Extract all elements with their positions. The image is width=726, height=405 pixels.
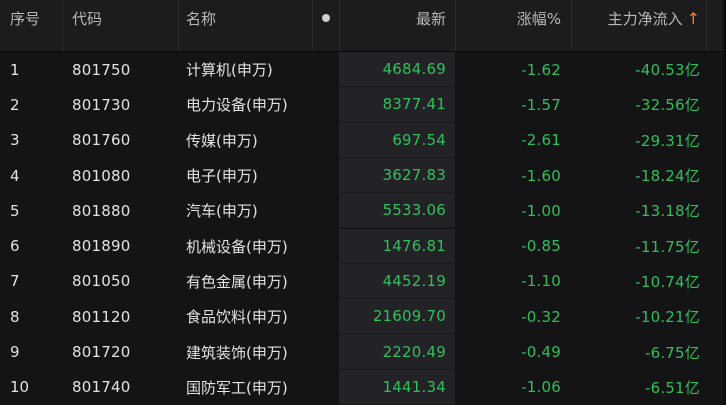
table-row[interactable]: 6 801890 机械设备(申万) 1476.81 -0.85 -11.75亿 [0, 228, 726, 264]
row-main-flow: -32.56亿 [635, 96, 700, 115]
row-latest-price: 4452.19 [339, 263, 455, 300]
row-code: 801750 [72, 60, 131, 79]
row-main-flow: -10.74亿 [635, 272, 700, 291]
row-main-flow: -13.18亿 [635, 202, 700, 221]
row-latest-price: 1476.81 [339, 228, 455, 264]
header-dot-toggle[interactable] [312, 0, 339, 36]
row-main-flow: -10.21亿 [635, 308, 700, 327]
row-change-pct: -2.61 [521, 131, 561, 150]
header-main-flow-label: 主力净流入 [607, 9, 683, 28]
row-latest-price: 697.54 [339, 122, 455, 158]
row-name: 汽车(申万) [186, 202, 258, 221]
sort-ascending-icon: ↑ [686, 8, 700, 28]
row-name: 机械设备(申万) [186, 237, 288, 256]
table-row[interactable]: 7 801050 有色金属(申万) 4452.19 -1.10 -10.74亿 [0, 263, 726, 300]
row-code: 801730 [72, 95, 131, 114]
row-index: 10 [10, 378, 30, 397]
row-code: 801880 [72, 201, 131, 220]
row-change-pct: -0.85 [521, 237, 561, 256]
table-row[interactable]: 8 801120 食品饮料(申万) 21609.70 -0.32 -10.21亿 [0, 299, 726, 335]
row-latest-price: 21609.70 [339, 299, 455, 335]
row-latest-price: 8377.41 [339, 87, 455, 123]
header-divider [706, 0, 707, 51]
row-index: 6 [10, 237, 20, 256]
header-name[interactable]: 名称 [178, 0, 312, 36]
row-index: 2 [10, 95, 20, 114]
row-change-pct: -1.00 [521, 201, 561, 220]
row-change-pct: -1.10 [521, 272, 561, 291]
table-row[interactable]: 2 801730 电力设备(申万) 8377.41 -1.57 -32.56亿 [0, 87, 726, 123]
dot-icon [321, 14, 330, 22]
table-row[interactable]: 4 801080 电子(申万) 3627.83 -1.60 -18.24亿 [0, 157, 726, 194]
row-name: 国防军工(申万) [186, 378, 288, 397]
row-name: 建筑装饰(申万) [186, 343, 288, 362]
row-code: 801080 [72, 166, 131, 185]
row-name: 电子(申万) [186, 167, 258, 186]
row-index: 5 [10, 201, 20, 220]
row-main-flow: -40.53亿 [635, 61, 700, 80]
row-change-pct: -1.06 [521, 378, 561, 397]
header-main-flow[interactable]: 主力净流入 ↑ [571, 0, 702, 36]
row-latest-price: 5533.06 [339, 193, 455, 229]
header-index[interactable]: 序号 [0, 0, 62, 36]
row-latest-price: 2220.49 [339, 334, 455, 370]
row-change-pct: -1.62 [521, 60, 561, 79]
table-row[interactable]: 3 801760 传媒(申万) 697.54 -2.61 -29.31亿 [0, 122, 726, 158]
row-change-pct: -1.57 [521, 95, 561, 114]
sector-fund-flow-table: 序号 代码 名称 最新 涨幅% 主力净流入 ↑ 1 801750 计算机(申万) 46… [0, 0, 726, 405]
row-index: 7 [10, 272, 20, 291]
row-name: 计算机(申万) [186, 61, 273, 80]
header-latest[interactable]: 最新 [339, 0, 455, 36]
row-latest-price: 4684.69 [339, 52, 455, 88]
row-index: 4 [10, 166, 20, 185]
row-index: 8 [10, 307, 20, 326]
header-change-pct[interactable]: 涨幅% [455, 0, 571, 36]
row-main-flow: -29.31亿 [635, 131, 700, 150]
header-code[interactable]: 代码 [62, 0, 178, 36]
row-code: 801890 [72, 237, 131, 256]
row-index: 1 [10, 60, 20, 79]
table-row[interactable]: 5 801880 汽车(申万) 5533.06 -1.00 -13.18亿 [0, 193, 726, 229]
row-name: 电力设备(申万) [186, 96, 288, 115]
row-name: 传媒(申万) [186, 131, 258, 150]
row-name: 食品饮料(申万) [186, 308, 288, 327]
table-header: 序号 代码 名称 最新 涨幅% 主力净流入 ↑ [0, 0, 726, 52]
table-row[interactable]: 10 801740 国防军工(申万) 1441.34 -1.06 -6.51亿 [0, 369, 726, 405]
row-index: 9 [10, 343, 20, 362]
row-code: 801050 [72, 272, 131, 291]
row-change-pct: -0.32 [521, 307, 561, 326]
row-index: 3 [10, 131, 20, 150]
row-main-flow: -18.24亿 [635, 167, 700, 186]
table-row[interactable]: 1 801750 计算机(申万) 4684.69 -1.62 -40.53亿 [0, 52, 726, 88]
row-main-flow: -6.51亿 [644, 378, 700, 397]
table-row[interactable]: 9 801720 建筑装饰(申万) 2220.49 -0.49 -6.75亿 [0, 334, 726, 370]
row-latest-price: 3627.83 [339, 157, 455, 194]
row-change-pct: -0.49 [521, 343, 561, 362]
row-code: 801760 [72, 131, 131, 150]
row-code: 801720 [72, 343, 131, 362]
row-code: 801740 [72, 378, 131, 397]
row-code: 801120 [72, 307, 131, 326]
row-change-pct: -1.60 [521, 166, 561, 185]
row-main-flow: -11.75亿 [635, 237, 700, 256]
row-main-flow: -6.75亿 [644, 343, 700, 362]
row-latest-price: 1441.34 [339, 369, 455, 405]
row-name: 有色金属(申万) [186, 272, 288, 291]
